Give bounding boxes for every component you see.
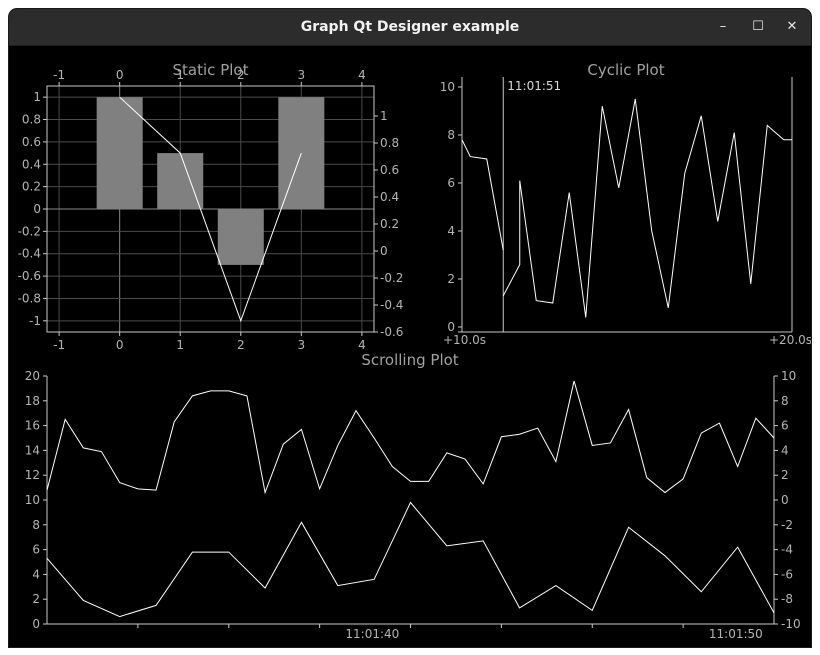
static-left-tick-label: -0.2	[18, 224, 41, 238]
static-left-tick-label: -0.6	[18, 269, 41, 283]
scrolling-left-tick-label: 12	[25, 468, 40, 482]
static-right-tick-label: 0.8	[380, 136, 399, 150]
static-right-tick-label: -0.2	[380, 271, 403, 285]
static-right-tick-label: -0.6	[380, 325, 403, 339]
static-bottom-tick-label: 3	[298, 338, 306, 352]
scrolling-left-tick-label: 2	[32, 592, 40, 606]
static-bar	[157, 153, 204, 209]
static-top-tick-label: 1	[176, 68, 184, 82]
static-bar	[96, 97, 143, 209]
scrolling-right-tick-label: -8	[781, 592, 793, 606]
scrolling-right-tick-label: 6	[781, 419, 789, 433]
cyclic-y-tick-label: 8	[447, 128, 455, 142]
static-left-tick-label: -1	[29, 314, 41, 328]
app-window: Graph Qt Designer example – ☐ ✕ Static P…	[9, 9, 811, 647]
static-left-tick-label: -0.4	[18, 247, 41, 261]
static-bottom-tick-label: 2	[237, 338, 245, 352]
cyclic-line-old	[461, 139, 504, 251]
cyclic-y-tick-label: 0	[447, 320, 455, 334]
static-left-tick-label: 0.4	[22, 157, 41, 171]
scrolling-left-tick-label: 4	[32, 567, 40, 581]
static-left-tick-label: 1	[33, 90, 41, 104]
cyclic-x-tick-label: +10.0s	[443, 333, 486, 347]
static-left-tick-label: 0	[33, 202, 41, 216]
static-top-tick-label: 2	[237, 68, 245, 82]
static-right-tick-label: 0	[380, 244, 388, 258]
static-right-tick-label: 1	[380, 109, 388, 123]
static-right-tick-label: 0.6	[380, 163, 399, 177]
static-left-tick-label: -0.8	[18, 291, 41, 305]
scrolling-right-tick-label: 2	[781, 468, 789, 482]
static-plot: Static Plot-1-10011223344-1-0.8-0.6-0.4-…	[18, 61, 404, 352]
plot-area: Static Plot -1 -1 0 0 1 1 2 2 3 3 4 4 -1 -0.8 -0.6 -0.4-…	[9, 45, 811, 647]
close-button[interactable]: ✕	[780, 15, 804, 39]
static-bottom-tick-label: 0	[116, 338, 124, 352]
scrolling-right-tick-label: -6	[781, 567, 793, 581]
scrolling-plot: Scrolling Plot02468101214161820-10-8-6-4…	[25, 351, 801, 641]
static-bar	[217, 209, 264, 265]
scrolling-right-tick-label: 4	[781, 443, 789, 457]
scrolling-left-tick-label: 6	[32, 543, 40, 557]
window-title: Graph Qt Designer example	[300, 19, 520, 35]
static-right-tick-label: 0.4	[380, 190, 399, 204]
static-right-tick-label: 0.2	[380, 217, 399, 231]
scrolling-left-tick-label: 18	[25, 394, 40, 408]
scrolling-plot-title: Scrolling Plot	[361, 351, 458, 369]
cyclic-plot-title: Cyclic Plot	[587, 61, 664, 79]
scrolling-right-tick-label: -2	[781, 518, 793, 532]
scrolling-right-tick-label: 10	[781, 369, 796, 383]
scrolling-right-tick-label: 8	[781, 394, 789, 408]
scrolling-right-tick-label: -10	[781, 617, 801, 631]
static-bottom-tick-label: 4	[358, 338, 366, 352]
scrolling-left-tick-label: 0	[32, 617, 40, 631]
scrolling-right-tick-label: 0	[781, 493, 789, 507]
minimize-button[interactable]: –	[711, 15, 735, 39]
scrolling-x-tick-label: 11:01:50	[709, 627, 763, 641]
static-bottom-tick-label: -1	[53, 338, 65, 352]
scrolling-line-series-2	[46, 501, 775, 618]
static-top-tick-label: 0	[116, 68, 124, 82]
static-top-tick-label: 3	[298, 68, 306, 82]
scrolling-right-tick-label: -4	[781, 543, 793, 557]
title-bar[interactable]: Graph Qt Designer example – ☐ ✕	[9, 9, 811, 46]
scrolling-left-tick-label: 8	[32, 518, 40, 532]
static-top-tick-label: 4	[358, 68, 366, 82]
cyclic-plot: Cyclic Plot 0 2 4 6 8 10 +10.0s +20.0s 11:01:51	[440, 61, 811, 347]
scrolling-left-tick-label: 14	[25, 443, 40, 457]
scrolling-left-tick-label: 10	[25, 493, 40, 507]
plots-canvas: Static Plot-1-10011223344-1-0.8-0.6-0.4-…	[18, 61, 811, 641]
cyclic-line-new	[502, 98, 792, 318]
static-left-tick-label: 0.6	[22, 135, 41, 149]
cyclic-y-tick-label: 2	[447, 272, 455, 286]
scrolling-x-tick-label: 11:01:40	[345, 627, 399, 641]
cyclic-y-tick-label: 10	[440, 80, 455, 94]
cyclic-y-tick-label: 4	[447, 224, 455, 238]
static-left-tick-label: 0.8	[22, 113, 41, 127]
static-top-tick-label: -1	[53, 68, 65, 82]
static-right-tick-label: -0.4	[380, 298, 403, 312]
cyclic-cursor-label: 11:01:51	[507, 79, 561, 93]
scrolling-left-tick-label: 20	[25, 369, 40, 383]
cyclic-y-tick-label: 6	[447, 176, 455, 190]
static-bottom-tick-label: 1	[176, 338, 184, 352]
cyclic-x-tick-label: +20.0s	[769, 333, 811, 347]
scrolling-line-series-1	[46, 380, 775, 495]
maximize-button[interactable]: ☐	[746, 15, 770, 39]
scrolling-left-tick-label: 16	[25, 419, 40, 433]
static-left-tick-label: 0.2	[22, 180, 41, 194]
